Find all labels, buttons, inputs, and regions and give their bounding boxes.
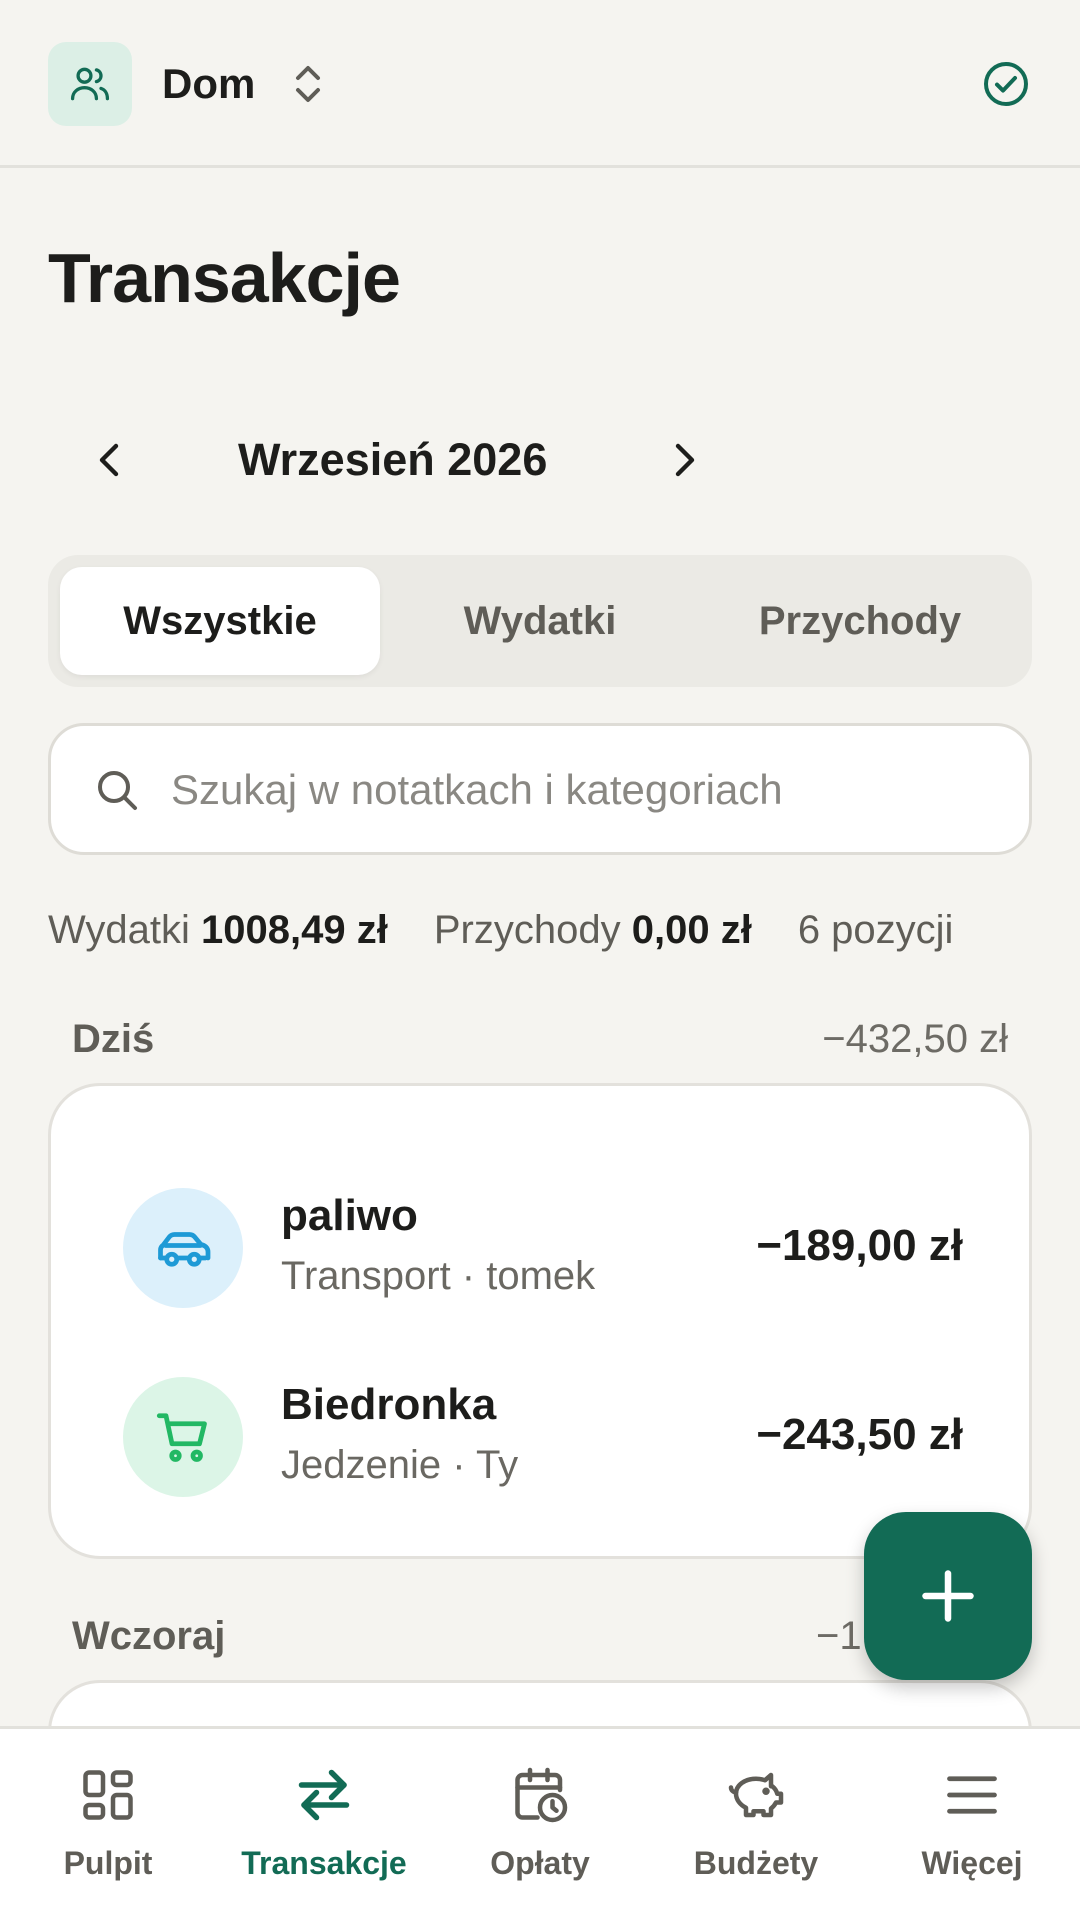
transaction-amount: −243,50 zł — [756, 1410, 963, 1459]
chevron-up-down-icon[interactable] — [290, 60, 326, 108]
expenses-label: Wydatki — [48, 908, 190, 952]
bottom-navigation: Pulpit Transakcje Opłaty Budżety Więcej — [0, 1726, 1080, 1920]
group-total-yesterday: −1 — [816, 1614, 862, 1658]
transaction-amount: −189,00 zł — [756, 1221, 963, 1270]
transaction-title: Biedronka — [281, 1380, 497, 1429]
transaction-title: paliwo — [281, 1191, 418, 1240]
month-label: Wrzesień 2026 — [238, 434, 548, 485]
piggy-bank-icon — [728, 1772, 784, 1818]
transfer-arrows-icon — [298, 1769, 350, 1821]
expenses-value: 1008,49 zł — [201, 908, 388, 952]
check-circle-icon[interactable] — [982, 60, 1030, 108]
filter-tabs: Wszystkie Wydatki Przychody — [48, 555, 1032, 687]
car-icon — [158, 1232, 211, 1267]
nav-item-dashboard[interactable]: Pulpit — [0, 1729, 216, 1920]
category-icon — [123, 1188, 243, 1308]
page-title: Transakcje — [48, 239, 401, 317]
transaction-row[interactable]: paliwo Transport · tomek −189,00 zł — [51, 1168, 1029, 1328]
chevron-right-icon[interactable] — [660, 436, 708, 484]
group-label-today: Dziś — [72, 1017, 155, 1061]
nav-label: Opłaty — [490, 1845, 590, 1881]
household-switcher[interactable] — [48, 42, 132, 126]
calendar-clock-icon — [515, 1767, 568, 1823]
cart-icon — [156, 1413, 207, 1462]
nav-label: Budżety — [693, 1845, 819, 1881]
tab-income[interactable]: Przychody — [700, 567, 1020, 675]
group-label-yesterday: Wczoraj — [72, 1614, 226, 1658]
nav-item-transactions[interactable]: Transakcje — [216, 1729, 432, 1920]
users-icon — [70, 67, 110, 101]
nav-label: Transakcje — [241, 1845, 407, 1881]
top-bar: Dom — [0, 0, 1080, 168]
transaction-row[interactable]: Biedronka Jedzenie · Ty −243,50 zł — [51, 1357, 1029, 1517]
income-value: 0,00 zł — [631, 908, 752, 952]
plus-icon — [922, 1570, 974, 1622]
search-box — [48, 723, 1032, 855]
nav-label: Więcej — [921, 1845, 1023, 1881]
nav-item-more[interactable]: Więcej — [864, 1729, 1080, 1920]
tab-all[interactable]: Wszystkie — [60, 567, 380, 675]
item-count: 6 pozycji — [797, 908, 954, 952]
nav-item-bills[interactable]: Opłaty — [432, 1729, 648, 1920]
transaction-subtitle: Jedzenie · Ty — [281, 1443, 519, 1487]
month-navigator: Wrzesień 2026 — [0, 420, 1080, 500]
nav-label: Pulpit — [63, 1845, 153, 1881]
tab-expenses[interactable]: Wydatki — [380, 567, 700, 675]
category-icon — [123, 1377, 243, 1497]
nav-item-budgets[interactable]: Budżety — [648, 1729, 864, 1920]
search-icon — [98, 771, 137, 810]
group-total-today: −432,50 zł — [822, 1017, 1008, 1061]
menu-icon — [947, 1776, 997, 1814]
income-label: Przychody — [433, 908, 621, 952]
dashboard-icon — [83, 1770, 133, 1820]
household-name[interactable]: Dom — [162, 60, 255, 108]
summary-line: Wydatki 1008,49 zł Przychody 0,00 zł 6 poz… — [48, 904, 953, 956]
transaction-subtitle: Transport · tomek — [281, 1254, 596, 1298]
add-transaction-button[interactable] — [864, 1512, 1032, 1680]
search-input[interactable] — [171, 748, 991, 832]
transactions-card-today: paliwo Transport · tomek −189,00 zł Bied… — [48, 1083, 1032, 1559]
chevron-left-icon[interactable] — [86, 436, 134, 484]
